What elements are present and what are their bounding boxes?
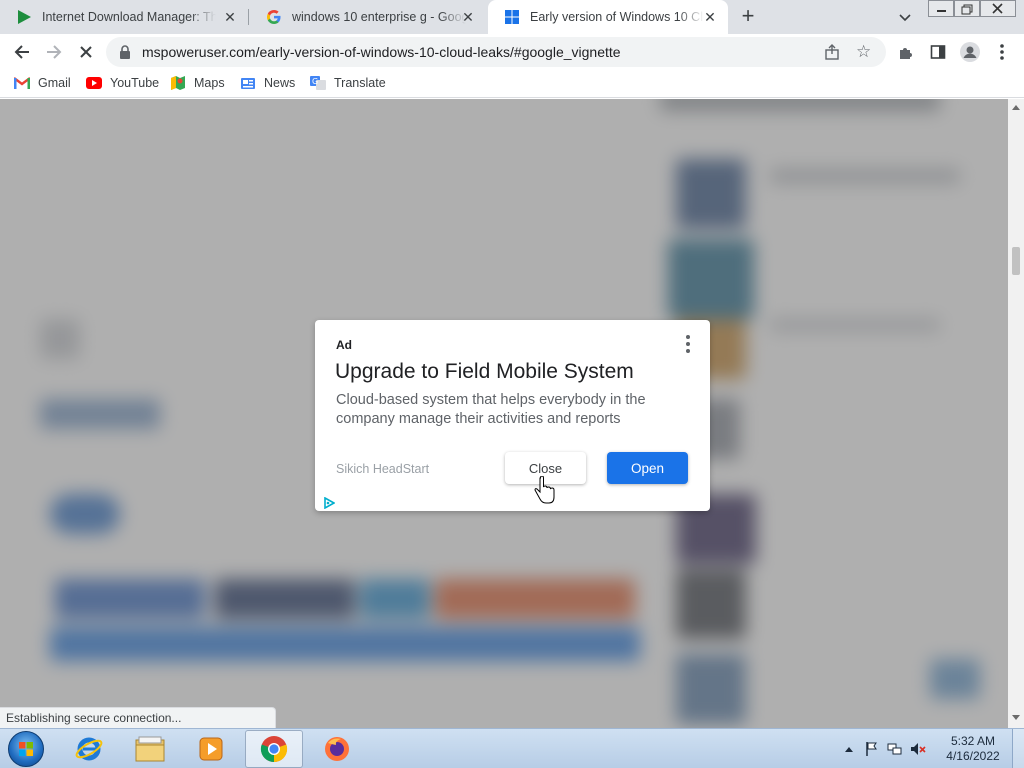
scroll-up-arrow-icon[interactable]: [1012, 105, 1020, 110]
tab-close-icon[interactable]: ✕: [222, 9, 238, 25]
bookmark-news[interactable]: News: [240, 75, 295, 91]
ad-label: Ad: [336, 338, 352, 352]
tab-strip: Internet Download Manager: The ✕ windows…: [0, 0, 1024, 34]
news-icon: [240, 75, 256, 91]
file-explorer-icon[interactable]: [121, 730, 179, 768]
back-arrow-icon[interactable]: [10, 40, 34, 64]
google-g-icon: [266, 9, 282, 25]
vignette-ad-dialog: Ad Upgrade to Field Mobile System Cloud-…: [315, 320, 710, 511]
forward-arrow-icon[interactable]: [42, 40, 66, 64]
media-player-icon[interactable]: [182, 730, 240, 768]
windows-logo-icon: [504, 9, 520, 25]
adchoices-icon[interactable]: [323, 496, 336, 514]
windows-taskbar: 5:32 AM 4/16/2022: [0, 728, 1024, 768]
profile-avatar-icon[interactable]: [958, 40, 982, 64]
tab-title: windows 10 enterprise g - Googl: [292, 10, 466, 24]
browser-toolbar: mspoweruser.com/early-version-of-windows…: [0, 34, 1024, 70]
ad-headline[interactable]: Upgrade to Field Mobile System: [335, 360, 634, 384]
tab-idm[interactable]: Internet Download Manager: The ✕: [0, 0, 248, 34]
speaker-muted-icon[interactable]: [909, 740, 927, 758]
action-center-flag-icon[interactable]: [863, 740, 881, 758]
bookmark-label: Gmail: [38, 76, 71, 90]
tab-title: Early version of Windows 10 Clo: [530, 10, 704, 24]
bookmark-label: YouTube: [110, 76, 160, 90]
minimize-window-button[interactable]: [928, 0, 954, 17]
address-bar[interactable]: mspoweruser.com/early-version-of-windows…: [106, 37, 886, 67]
youtube-icon: [86, 75, 102, 91]
bookmarks-bar: Gmail YouTube Maps News G Translate: [0, 70, 1024, 98]
show-hidden-icons-arrow-icon[interactable]: [840, 740, 858, 758]
bookmark-gmail[interactable]: Gmail: [14, 75, 71, 91]
kebab-menu-icon[interactable]: [990, 40, 1014, 64]
system-tray: [840, 729, 932, 768]
loading-stop-icon[interactable]: [74, 40, 98, 64]
scrollbar-thumb[interactable]: [1012, 247, 1020, 275]
show-desktop-button[interactable]: [1012, 729, 1024, 768]
page-scrollbar[interactable]: [1008, 99, 1024, 728]
chevron-down-icon[interactable]: [896, 8, 914, 26]
bookmark-label: Maps: [194, 76, 225, 90]
network-icon[interactable]: [886, 740, 904, 758]
chrome-icon[interactable]: [245, 730, 303, 768]
maps-icon: [170, 75, 186, 91]
firefox-icon[interactable]: [308, 730, 366, 768]
translate-icon: G: [310, 75, 326, 91]
bookmark-translate[interactable]: G Translate: [310, 75, 386, 91]
scroll-down-arrow-icon[interactable]: [1012, 715, 1020, 720]
ad-options-kebab-icon[interactable]: [684, 335, 692, 353]
gmail-icon: [14, 75, 30, 91]
clock-time: 5:32 AM: [950, 734, 996, 748]
tab-close-icon[interactable]: ✕: [460, 9, 476, 25]
lock-icon[interactable]: [119, 45, 131, 64]
url-text[interactable]: mspoweruser.com/early-version-of-windows…: [142, 44, 621, 60]
bookmark-label: News: [264, 76, 296, 90]
svg-text:G: G: [312, 77, 318, 86]
tab-title: Internet Download Manager: The: [42, 10, 216, 24]
bookmark-maps[interactable]: Maps: [170, 75, 225, 91]
bookmark-star-icon[interactable]: ☆: [856, 42, 871, 62]
ad-description[interactable]: Cloud-based system that helps everybody …: [336, 391, 686, 429]
bookmark-label: Translate: [334, 76, 386, 90]
extensions-puzzle-icon[interactable]: [894, 40, 918, 64]
tab-divider: [248, 9, 249, 25]
ad-open-button[interactable]: Open: [607, 452, 688, 484]
tab-google-search[interactable]: windows 10 enterprise g - Googl ✕: [250, 0, 486, 34]
side-panel-icon[interactable]: [926, 40, 950, 64]
start-orb-windows-icon[interactable]: [8, 731, 44, 767]
tab-mspoweruser-active[interactable]: Early version of Windows 10 Clo ✕: [488, 0, 728, 34]
ad-advertiser[interactable]: Sikich HeadStart: [336, 462, 429, 476]
bookmark-youtube[interactable]: YouTube: [86, 75, 159, 91]
tab-close-icon[interactable]: ✕: [702, 9, 718, 25]
internet-explorer-icon[interactable]: [60, 730, 118, 768]
close-window-button[interactable]: [980, 0, 1016, 17]
taskbar-clock[interactable]: 5:32 AM 4/16/2022: [940, 734, 1006, 764]
status-bubble: Establishing secure connection...: [0, 707, 276, 728]
share-icon[interactable]: [824, 44, 840, 65]
restore-window-button[interactable]: [954, 0, 980, 17]
new-tab-plus-icon[interactable]: +: [736, 5, 760, 29]
hand-cursor-icon: [534, 475, 556, 511]
idm-play-icon: [16, 9, 32, 25]
clock-date: 4/16/2022: [946, 749, 1000, 763]
